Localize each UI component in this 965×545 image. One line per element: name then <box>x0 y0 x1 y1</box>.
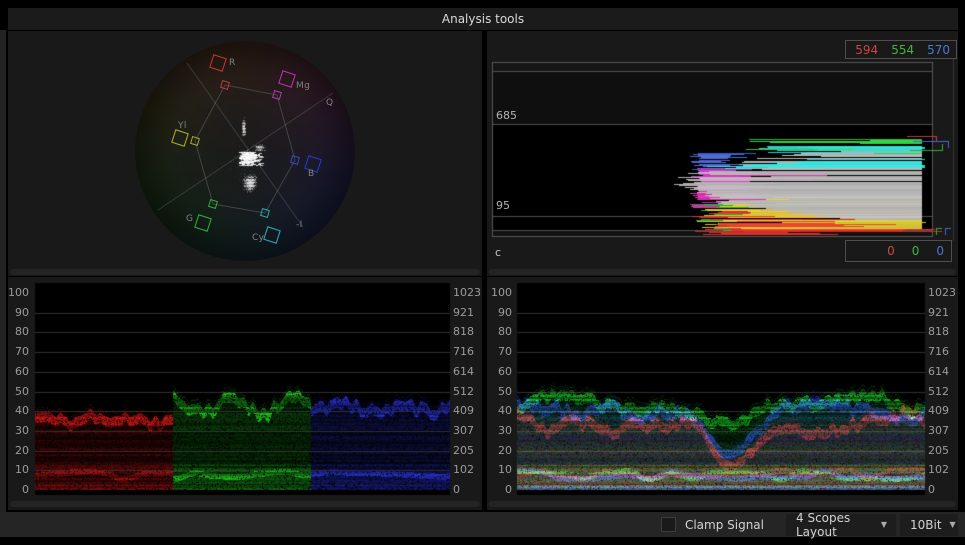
axis-tick-code: 1023 <box>928 286 956 299</box>
axis-tick-code: 409 <box>928 404 949 418</box>
vectorscope-label-cy: Cy <box>252 233 265 243</box>
vectorscope-label-mg: Mg <box>296 81 311 91</box>
axis-tick-code: 0 <box>453 483 460 496</box>
histogram-min-blue: 0 <box>936 244 944 258</box>
histogram-channel-label: c <box>495 246 502 259</box>
axis-tick-code: 1023 <box>453 286 481 299</box>
bit-depth-value: 10Bit <box>910 517 942 532</box>
axis-tick-code: 818 <box>928 325 949 339</box>
axis-tick-code: 307 <box>453 423 474 437</box>
axis-tick-code: 0 <box>928 483 935 496</box>
axis-tick-percent: 30 <box>498 423 512 437</box>
axis-tick-code: 409 <box>453 404 474 418</box>
axis-tick-code: 102 <box>453 463 474 477</box>
axis-tick-percent: 10 <box>498 463 512 477</box>
axis-tick-percent: 10 <box>15 463 29 477</box>
vectorscope-label-r: R <box>229 58 236 68</box>
left-resize-gutter[interactable] <box>0 30 6 512</box>
scrollbar-horizontal[interactable] <box>10 269 480 275</box>
axis-tick-code: 205 <box>928 443 949 457</box>
clamp-signal-label: Clamp Signal <box>684 517 764 532</box>
axis-tick-code: 716 <box>928 345 949 359</box>
axis-tick-percent: 100 <box>8 286 29 299</box>
axis-tick-code: 716 <box>453 345 474 359</box>
axis-tick-percent: 80 <box>15 325 29 339</box>
axis-tick-percent: 90 <box>15 305 29 319</box>
axis-percent-left: 100 90 80 70 60 50 40 30 20 10 0 <box>487 277 512 510</box>
axis-tick-percent: 70 <box>15 345 29 359</box>
rgb-parade-plot <box>8 277 482 510</box>
histogram-max-values: 594 554 570 <box>845 40 957 59</box>
axis-tick-code: 307 <box>928 423 949 437</box>
histogram-lower-bound: 95 <box>496 199 510 212</box>
page-title: Analysis tools <box>441 12 525 26</box>
bit-depth-dropdown[interactable]: 10Bit ▼ <box>900 513 958 536</box>
scope-options-bar: Clamp Signal 4 Scopes Layout ▼ 10Bit ▼ <box>0 510 965 539</box>
vectorscope-trace <box>8 31 482 276</box>
scrollbar-horizontal[interactable] <box>489 269 956 275</box>
axis-code-right: 1023 921 818 716 614 512 409 307 205 102 0 <box>928 277 958 510</box>
axis-tick-code: 921 <box>928 305 949 319</box>
axis-tick-percent: 100 <box>491 286 512 299</box>
scopes-layout-value: 4 Scopes Layout <box>796 510 851 539</box>
histogram-upper-bound: 685 <box>496 109 517 122</box>
axis-tick-code: 102 <box>928 463 949 477</box>
axis-code-right: 1023 921 818 716 614 512 409 307 205 102 0 <box>453 277 482 510</box>
vectorscope-label-q: Q <box>326 98 334 108</box>
axis-tick-percent: 40 <box>498 404 512 418</box>
clamp-signal-checkbox[interactable] <box>660 517 676 532</box>
histogram-min-values: 0 0 0 <box>845 240 952 262</box>
titlebar: Analysis tools <box>8 8 958 30</box>
scopes-layout-dropdown[interactable]: 4 Scopes Layout ▼ <box>786 510 896 539</box>
axis-percent-left: 100 90 80 70 60 50 40 30 20 10 0 <box>8 277 29 510</box>
axis-tick-code: 512 <box>928 384 949 398</box>
axis-tick-code: 614 <box>928 364 949 378</box>
axis-tick-percent: 70 <box>498 345 512 359</box>
analysis-tools-window: Analysis tools R Mg Q B -I Cy G Yl 594 5… <box>0 0 965 545</box>
axis-tick-percent: 20 <box>15 443 29 457</box>
vectorscope-label-negi: -I <box>296 220 303 230</box>
vectorscope-label-yl: Yl <box>178 121 187 131</box>
axis-tick-percent: 40 <box>15 404 29 418</box>
axis-tick-code: 921 <box>453 305 474 319</box>
axis-tick-code: 614 <box>453 364 474 378</box>
histogram-min-green: 0 <box>911 244 920 258</box>
axis-tick-percent: 90 <box>498 305 512 319</box>
rgb-parade-panel: 100 90 80 70 60 50 40 30 20 10 0 1023 921 818 716 614 5… <box>8 277 482 510</box>
vectorscope-panel: R Mg Q B -I Cy G Yl <box>8 31 482 276</box>
rgb-overlay-panel: 100 90 80 70 60 50 40 30 20 10 0 1023 921 818 716 614 5… <box>487 277 958 510</box>
vectorscope-label-b: B <box>308 169 315 179</box>
histogram-min-red: 0 <box>887 244 895 258</box>
axis-tick-percent: 80 <box>498 325 512 339</box>
axis-tick-code: 512 <box>453 384 474 398</box>
chevron-down-icon: ▼ <box>949 520 956 529</box>
chevron-down-icon: ▼ <box>880 520 887 529</box>
axis-tick-percent: 0 <box>22 483 29 496</box>
scrollbar-horizontal[interactable] <box>10 501 480 507</box>
histogram-max-blue: 570 <box>927 42 950 57</box>
scrollbar-horizontal[interactable] <box>489 501 956 507</box>
axis-tick-percent: 50 <box>498 384 512 398</box>
vectorscope-label-g: G <box>186 214 194 224</box>
axis-tick-percent: 0 <box>505 483 512 496</box>
axis-tick-code: 818 <box>453 325 474 339</box>
axis-tick-percent: 50 <box>15 384 29 398</box>
histogram-max-green: 554 <box>891 42 915 57</box>
axis-tick-percent: 60 <box>15 364 29 378</box>
histogram-panel: 594 554 570 685 95 c 0 0 0 <box>487 31 958 276</box>
histogram-max-red: 594 <box>855 42 879 57</box>
axis-tick-percent: 30 <box>15 423 29 437</box>
axis-tick-percent: 20 <box>498 443 512 457</box>
axis-tick-percent: 60 <box>498 364 512 378</box>
axis-tick-code: 205 <box>453 443 474 457</box>
rgb-overlay-plot <box>487 277 958 510</box>
